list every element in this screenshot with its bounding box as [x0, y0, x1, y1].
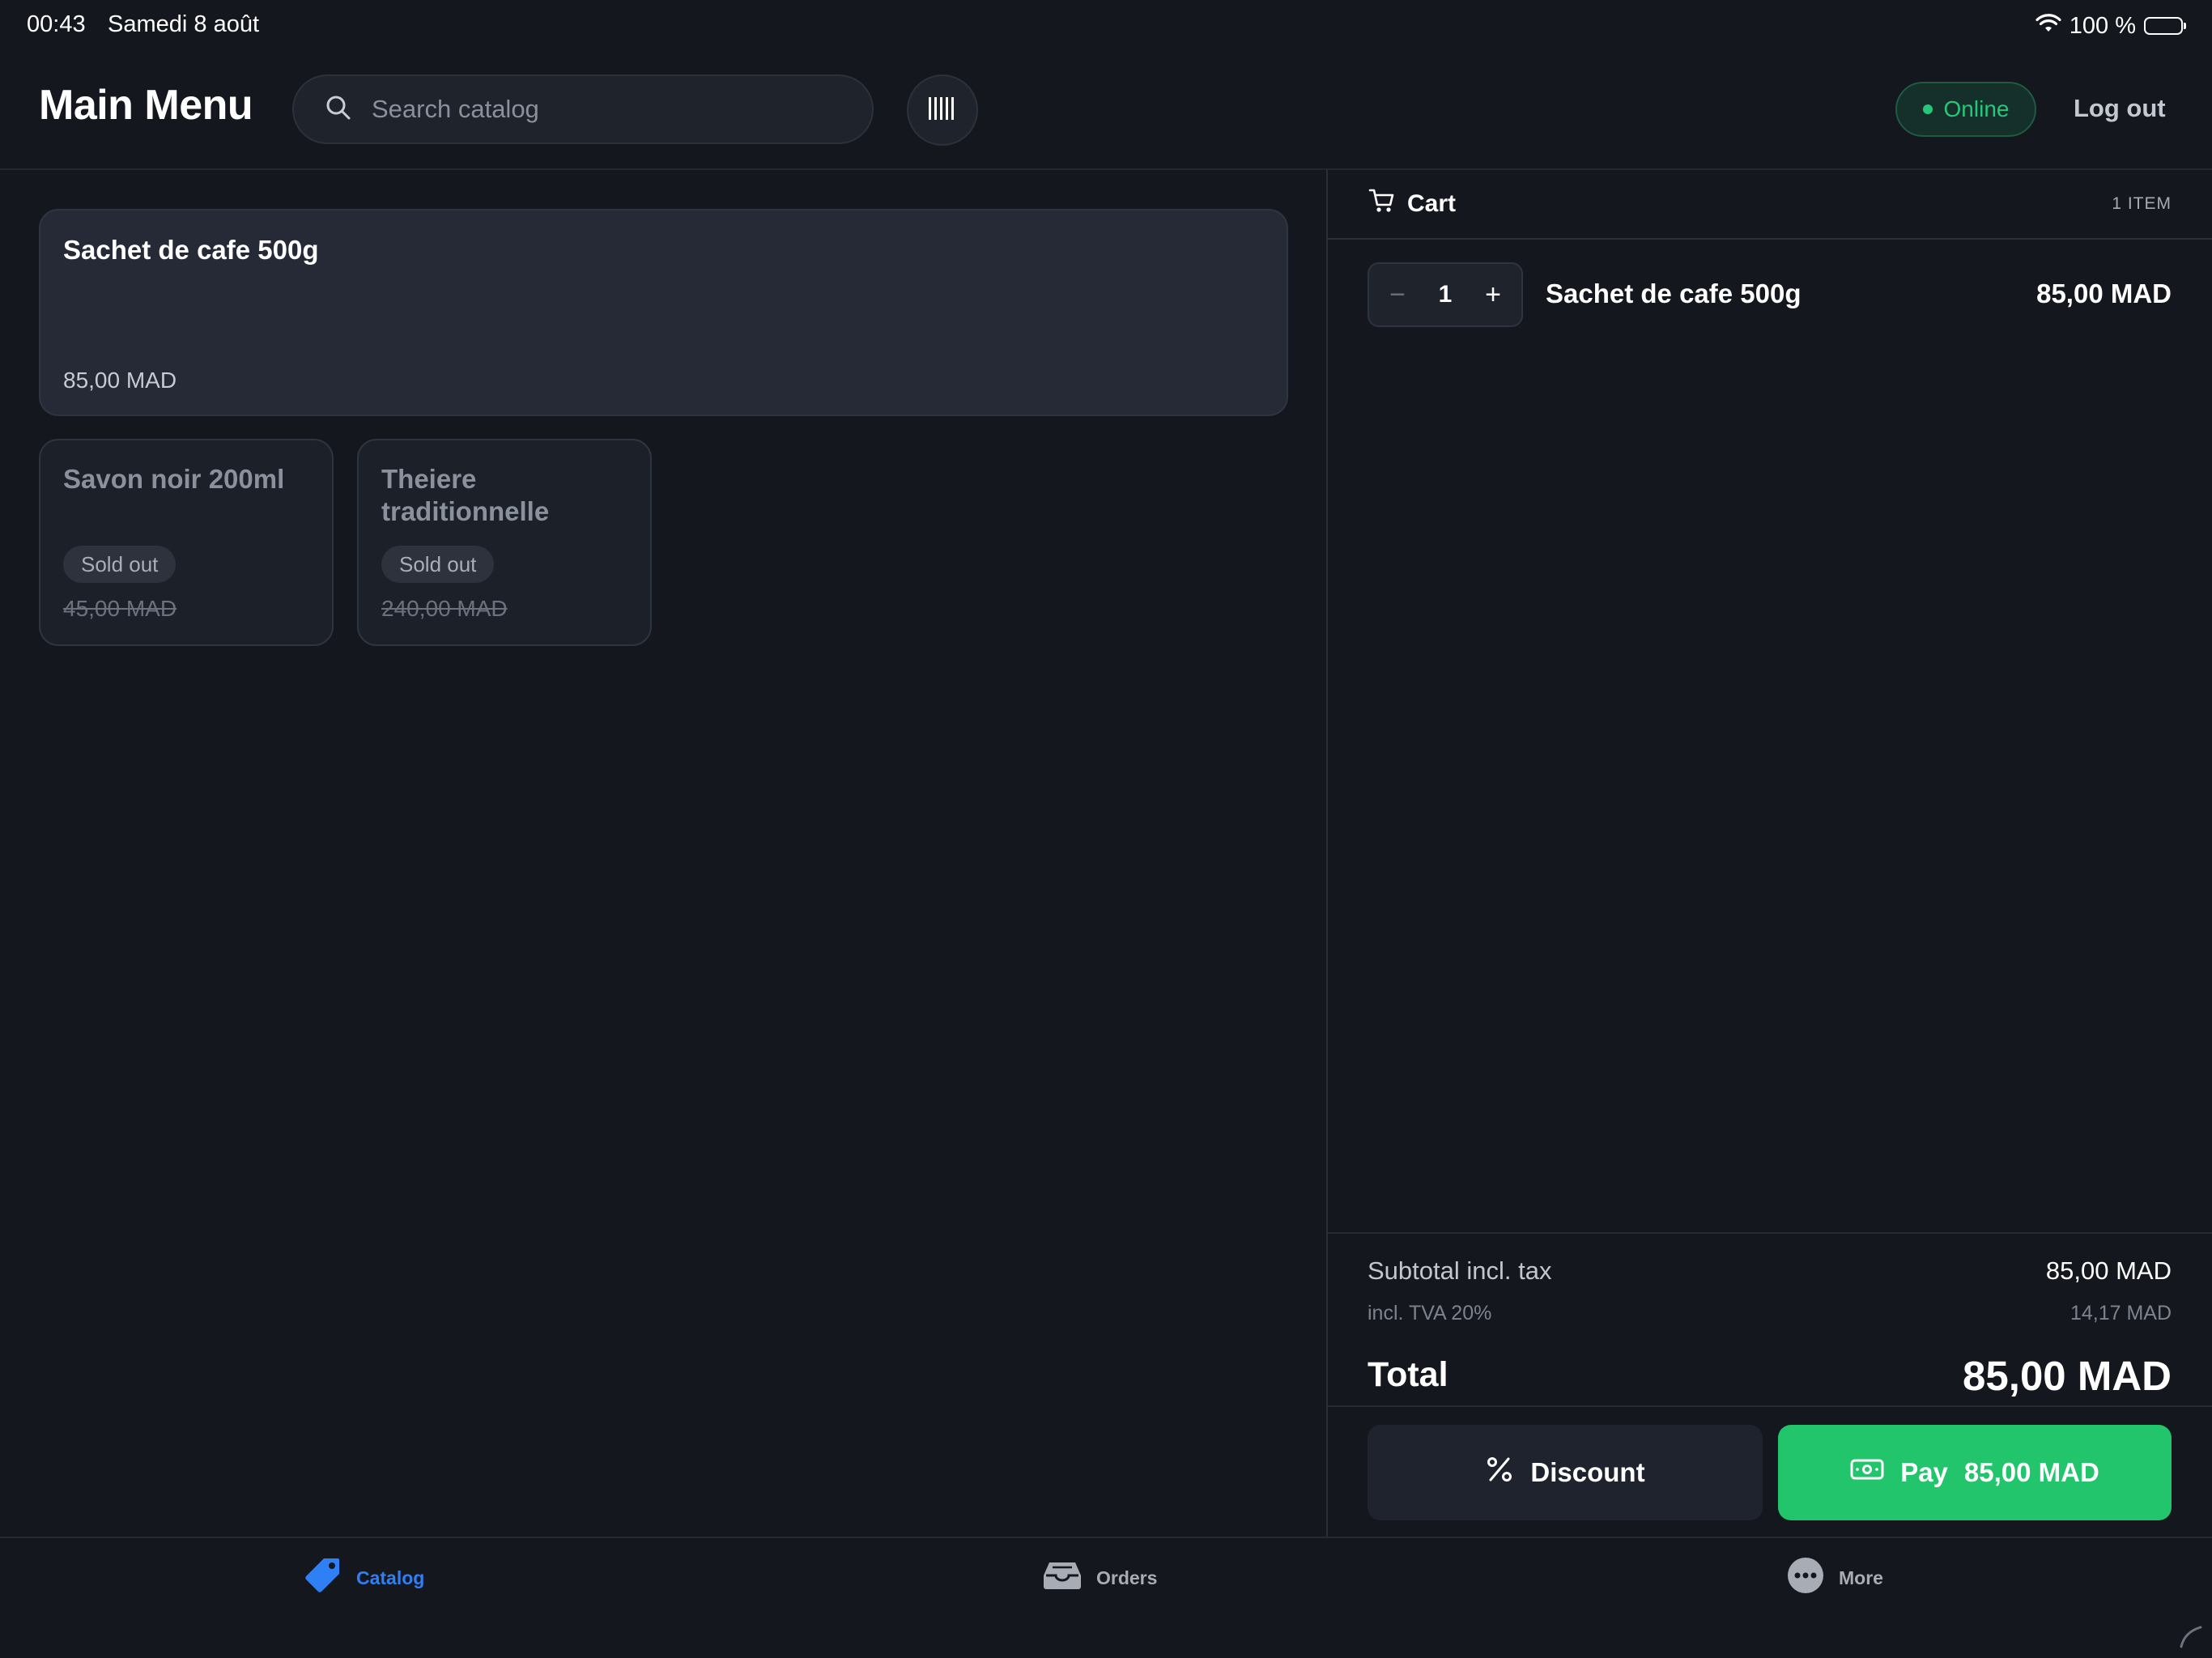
search-input[interactable] — [370, 94, 827, 125]
quantity-value: 1 — [1438, 281, 1453, 308]
discount-label: Discount — [1530, 1457, 1645, 1487]
tag-icon — [303, 1556, 342, 1600]
increase-quantity-button[interactable]: + — [1481, 279, 1505, 311]
subtotal-label: Subtotal incl. tax — [1368, 1256, 1552, 1285]
percent-icon — [1485, 1455, 1514, 1490]
pay-amount: 85,00 MAD — [1963, 1457, 2099, 1487]
inbox-icon — [1043, 1559, 1082, 1596]
cash-icon — [1850, 1457, 1884, 1488]
product-name: Theiere traditionnelle — [381, 464, 550, 526]
product-name: Savon noir 200ml — [63, 464, 285, 494]
logout-button[interactable]: Log out — [2074, 94, 2166, 123]
cart-header: Cart — [1368, 186, 1456, 222]
resize-handle-icon — [2178, 1624, 2202, 1648]
status-time: 00:43 — [27, 11, 86, 37]
sold-out-badge: Sold out — [381, 546, 495, 583]
status-date: Samedi 8 août — [108, 11, 260, 37]
quantity-stepper[interactable]: − 1 + — [1368, 262, 1523, 327]
product-price: 85,00 MAD — [63, 368, 177, 393]
cart-title: Cart — [1407, 190, 1457, 217]
online-dot-icon — [1922, 104, 1933, 114]
cart-item-count: 1 ITEM — [2112, 194, 2172, 213]
cart-line-price: 85,00 MAD — [2036, 278, 2172, 308]
battery-percent: 100 % — [2069, 12, 2136, 39]
tab-orders[interactable]: Orders — [1043, 1558, 1157, 1598]
pay-label: Pay — [1900, 1457, 1948, 1487]
tab-label: Catalog — [356, 1567, 425, 1588]
total-value: 85,00 MAD — [1963, 1353, 2172, 1399]
battery-icon — [2144, 17, 2186, 35]
sold-out-badge: Sold out — [63, 546, 177, 583]
product-card-sold-out[interactable]: Savon noir 200ml Sold out 45,00 MAD — [39, 439, 334, 646]
tab-label: Orders — [1096, 1567, 1158, 1588]
tax-value: 14,17 MAD — [2069, 1302, 2172, 1324]
cart-icon — [1368, 188, 1396, 220]
tax-label: incl. TVA 20% — [1368, 1302, 1492, 1324]
cart-line-name: Sachet de cafe 500g — [1546, 278, 1802, 308]
discount-button[interactable]: Discount — [1368, 1425, 1763, 1520]
cart-header-divider — [1328, 238, 2212, 240]
decrease-quantity-button[interactable]: − — [1385, 279, 1410, 311]
barcode-icon — [928, 96, 957, 125]
total-label: Total — [1368, 1355, 1448, 1394]
product-price: 45,00 MAD — [63, 596, 177, 621]
tab-more[interactable]: More — [1787, 1558, 1883, 1598]
more-icon — [1787, 1557, 1824, 1599]
product-card-sold-out[interactable]: Theiere traditionnelle Sold out 240,00 M… — [357, 439, 652, 646]
product-card-featured[interactable]: Sachet de cafe 500g 85,00 MAD — [39, 209, 1288, 416]
actions-divider — [1328, 1405, 2212, 1407]
online-status-label: Online — [1943, 96, 2010, 121]
pay-button[interactable]: Pay 85,00 MAD — [1778, 1425, 2172, 1520]
barcode-scan-button[interactable] — [907, 74, 978, 146]
page-title: Main Menu — [39, 82, 253, 129]
totals-divider — [1328, 1232, 2212, 1234]
product-price: 240,00 MAD — [381, 596, 508, 621]
product-name: Sachet de cafe 500g — [63, 235, 319, 265]
online-status-badge: Online — [1895, 82, 2036, 137]
status-indicators: 100 % — [2035, 11, 2186, 40]
tab-catalog[interactable]: Catalog — [303, 1558, 424, 1598]
wifi-icon — [2035, 13, 2061, 40]
tab-label: More — [1839, 1567, 1883, 1588]
search-bar[interactable] — [292, 74, 874, 144]
subtotal-value: 85,00 MAD — [2045, 1256, 2172, 1285]
search-icon — [325, 94, 352, 125]
cart-panel — [1326, 170, 2212, 1537]
